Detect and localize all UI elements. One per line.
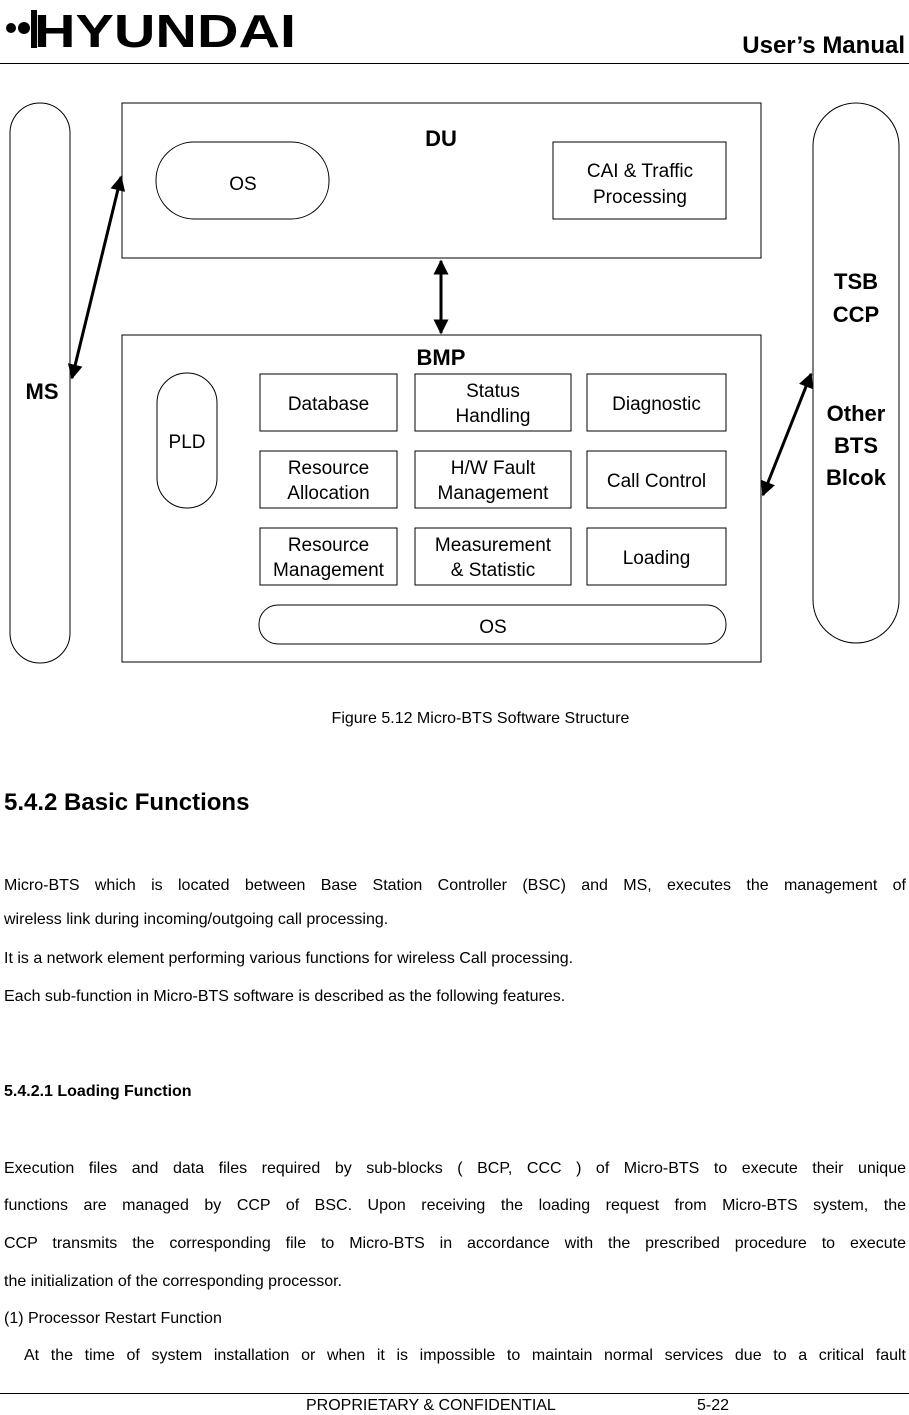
document-title: User’s Manual [742, 32, 905, 59]
header-divider [0, 63, 909, 64]
paragraph-line: the initialization of the corresponding … [4, 1273, 342, 1290]
bmp-module-label: Diagnostic [612, 394, 701, 415]
ms-du-arrow [67, 175, 126, 380]
brand-text: HYUNDAI [34, 5, 296, 50]
software-structure-diagram: MS TSB CCP Other BTS Blcok DU OS CAI & T… [9, 102, 900, 664]
du-os-label: OS [229, 174, 256, 195]
bmp-module-label: Resource [288, 535, 369, 556]
bmp-module-label: Allocation [287, 483, 369, 504]
hyundai-logo-mark: HYUNDAI [6, 5, 296, 57]
bmp-title: BMP [417, 345, 466, 370]
ms-label: MS [26, 379, 59, 404]
paragraph-line: wireless link during incoming/outgoing c… [4, 911, 389, 928]
hyundai-logo: HYUNDAI [4, 4, 304, 57]
cai-label-line2: Processing [593, 187, 687, 208]
list-item-title: (1) Processor Restart Function [4, 1310, 222, 1327]
figure-caption: Figure 5.12 Micro-BTS Software Structure [331, 710, 630, 727]
tsb-ccp-other-bts-block [812, 102, 900, 644]
pld-label: PLD [169, 432, 206, 453]
cai-label-line1: CAI & Traffic [587, 161, 693, 182]
page-number: 5-22 [697, 1397, 730, 1414]
footer-divider [0, 1393, 909, 1394]
bmp-module-label: & Statistic [451, 560, 535, 581]
paragraph-line: It is a network element performing vario… [4, 950, 574, 967]
paragraph-line: CCP transmits the corresponding file to … [4, 1235, 906, 1252]
bmp-os-label: OS [479, 617, 506, 638]
bmp-module-label: Measurement [435, 535, 552, 556]
bmp-module-label: Resource [288, 458, 369, 479]
footer-confidential: PROPRIETARY & CONFIDENTIAL [306, 1397, 556, 1414]
bmp-module-label: Management [273, 560, 385, 581]
paragraph-line: At the time of system installation or wh… [24, 1347, 906, 1364]
subsection-heading: 5.4.2.1 Loading Function [4, 1083, 192, 1100]
paragraph-line: Micro-BTS which is located between Base … [4, 877, 906, 894]
section-heading: 5.4.2 Basic Functions [4, 789, 250, 816]
blcok-label: Blcok [826, 465, 887, 490]
bts-label: BTS [834, 433, 878, 458]
bmp-modules: Database Status Handling Diagnostic Resource… [259, 373, 727, 586]
du-title: DU [425, 126, 457, 151]
bmp-other-bts-arrow [761, 372, 813, 497]
bmp-module-label: Management [438, 483, 550, 504]
other-label: Other [827, 401, 886, 426]
bmp-module-label: H/W Fault [451, 458, 536, 479]
bmp-module-label: Call Control [607, 471, 706, 492]
ccp-label: CCP [833, 302, 879, 327]
paragraph-line: functions are managed by CCP of BSC. Upo… [4, 1197, 906, 1214]
paragraph-line: Execution files and data files required … [4, 1160, 906, 1177]
bmp-module-label: Loading [623, 548, 691, 569]
bmp-module-label: Status [466, 381, 520, 402]
tsb-label: TSB [834, 269, 878, 294]
bmp-module-label: Database [288, 394, 369, 415]
paragraph-line: Each sub-function in Micro-BTS software … [4, 988, 566, 1005]
bmp-module-label: Handling [456, 406, 531, 427]
